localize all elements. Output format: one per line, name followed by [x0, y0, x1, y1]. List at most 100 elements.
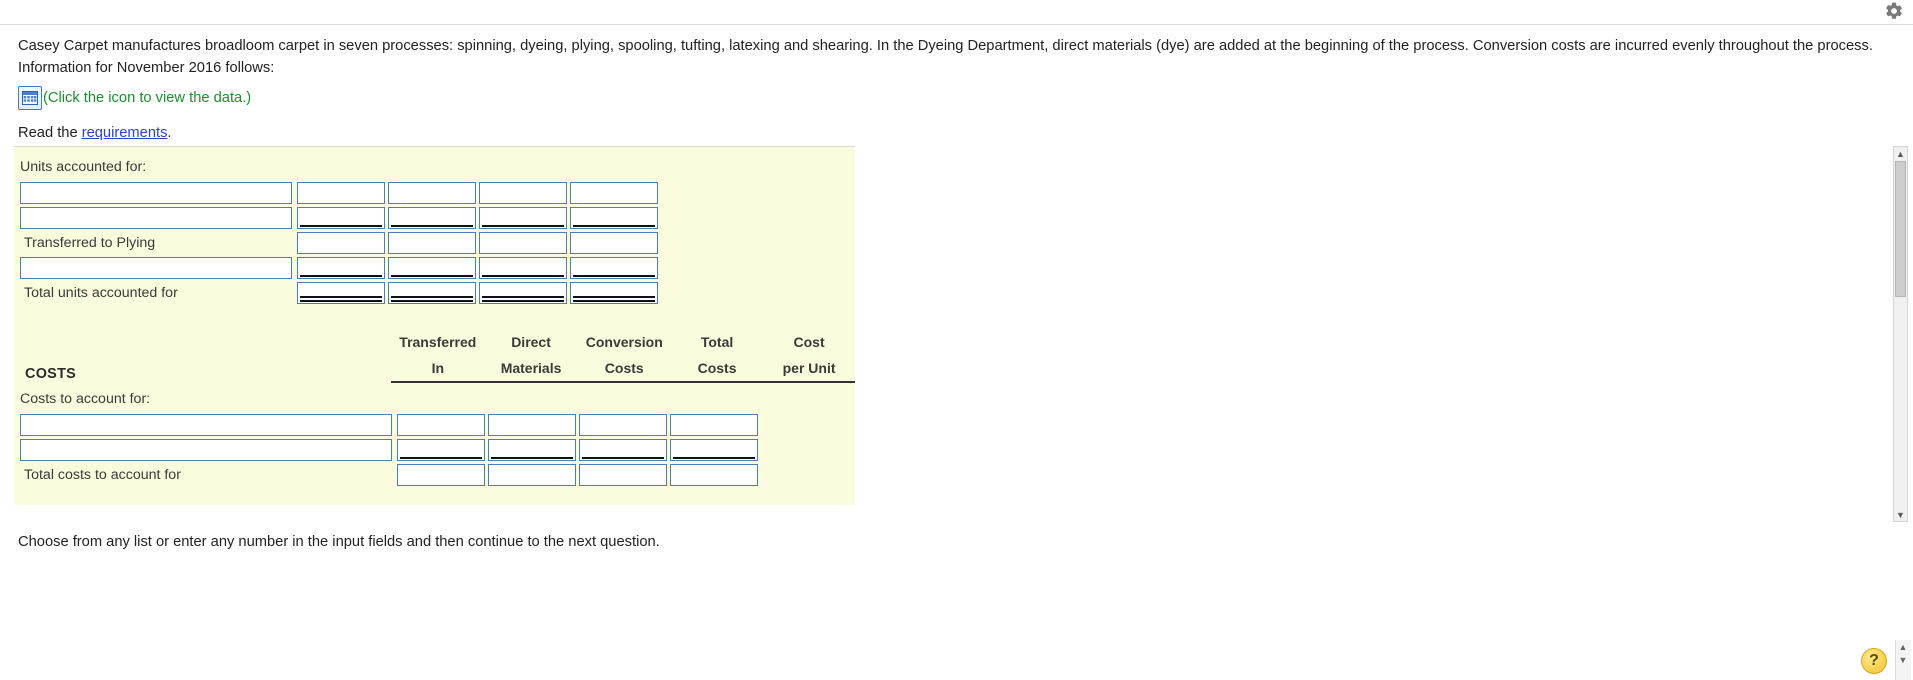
numeric-field[interactable] — [671, 440, 757, 460]
numeric-field[interactable] — [489, 440, 575, 460]
costs-col-head-4-line1: Total — [700, 334, 734, 350]
numeric-field[interactable] — [580, 465, 666, 485]
numeric-input[interactable] — [388, 207, 476, 229]
row-label-field[interactable] — [21, 208, 291, 228]
worksheet-scrollbar[interactable]: ▲ ▼ — [1893, 146, 1908, 522]
row-label-select-input[interactable] — [20, 257, 292, 279]
numeric-input[interactable] — [570, 257, 658, 279]
row-label-field[interactable] — [21, 415, 391, 435]
row-label-input-cell — [20, 439, 394, 461]
numeric-input[interactable] — [297, 207, 385, 229]
numeric-input[interactable] — [397, 414, 485, 436]
numeric-field[interactable] — [298, 183, 384, 203]
scrollbar-thumb[interactable] — [1895, 161, 1906, 297]
scroll-down-arrow-icon[interactable]: ▼ — [1894, 508, 1907, 521]
numeric-field[interactable] — [389, 183, 475, 203]
numeric-input[interactable] — [670, 464, 758, 486]
numeric-field[interactable] — [671, 415, 757, 435]
numeric-field[interactable] — [480, 183, 566, 203]
costs-header-row-2: COSTS In Materials Costs Costs per Unit — [21, 355, 855, 383]
costs-section-label: Costs to account for: — [20, 391, 151, 407]
help-icon[interactable]: ? — [1861, 648, 1887, 674]
numeric-input[interactable] — [570, 232, 658, 254]
exercise-page: Casey Carpet manufactures broadloom carp… — [0, 0, 1913, 680]
row-label-select-input[interactable] — [20, 182, 292, 204]
numeric-input[interactable] — [570, 207, 658, 229]
table-grid-icon[interactable] — [18, 86, 42, 110]
requirements-link[interactable]: requirements — [82, 125, 168, 141]
numeric-input[interactable] — [670, 414, 758, 436]
page-scroll-up-icon[interactable]: ▲ — [1896, 640, 1910, 653]
numeric-input[interactable] — [388, 182, 476, 204]
numeric-field[interactable] — [298, 283, 384, 303]
numeric-input[interactable] — [488, 439, 576, 461]
numeric-field[interactable] — [298, 233, 384, 253]
numeric-input[interactable] — [297, 282, 385, 304]
numeric-input[interactable] — [670, 439, 758, 461]
costs-table-row: Total costs to account for — [20, 464, 758, 486]
numeric-field[interactable] — [571, 183, 657, 203]
numeric-field[interactable] — [298, 258, 384, 278]
numeric-field[interactable] — [298, 208, 384, 228]
view-data-hint[interactable]: (Click the icon to view the data.) — [43, 90, 251, 106]
row-label-field[interactable] — [21, 440, 391, 460]
numeric-input[interactable] — [570, 282, 658, 304]
numeric-input[interactable] — [297, 182, 385, 204]
numeric-input[interactable] — [388, 282, 476, 304]
costs-col-head-1-line2: In — [391, 355, 485, 383]
value-cell — [570, 182, 658, 204]
numeric-input[interactable] — [579, 464, 667, 486]
numeric-input[interactable] — [297, 257, 385, 279]
numeric-field[interactable] — [389, 208, 475, 228]
numeric-input[interactable] — [388, 232, 476, 254]
numeric-input[interactable] — [579, 439, 667, 461]
numeric-field[interactable] — [480, 208, 566, 228]
numeric-input[interactable] — [397, 439, 485, 461]
numeric-field[interactable] — [398, 415, 484, 435]
numeric-field[interactable] — [389, 283, 475, 303]
costs-header-row-1: Transferred Direct Conversion Total Cost — [21, 329, 855, 355]
row-label-field[interactable] — [21, 183, 291, 203]
numeric-field[interactable] — [571, 283, 657, 303]
row-label-field[interactable] — [21, 258, 291, 278]
numeric-input[interactable] — [570, 182, 658, 204]
numeric-input[interactable] — [479, 257, 567, 279]
numeric-field[interactable] — [389, 233, 475, 253]
numeric-field[interactable] — [480, 283, 566, 303]
row-label-select-input[interactable] — [20, 207, 292, 229]
costs-header-table: Transferred Direct Conversion Total Cost… — [21, 329, 855, 383]
row-label-select-input[interactable] — [20, 439, 392, 461]
costs-col-head-2-line1: Direct — [511, 334, 551, 350]
numeric-input[interactable] — [479, 232, 567, 254]
numeric-field[interactable] — [571, 258, 657, 278]
numeric-field[interactable] — [480, 258, 566, 278]
numeric-field[interactable] — [389, 258, 475, 278]
numeric-field[interactable] — [489, 465, 575, 485]
numeric-input[interactable] — [397, 464, 485, 486]
numeric-field[interactable] — [671, 465, 757, 485]
scroll-up-arrow-icon[interactable]: ▲ — [1894, 147, 1907, 160]
numeric-field[interactable] — [580, 440, 666, 460]
numeric-field[interactable] — [571, 233, 657, 253]
value-cell — [388, 232, 476, 254]
numeric-input[interactable] — [297, 232, 385, 254]
numeric-field[interactable] — [571, 208, 657, 228]
numeric-input[interactable] — [579, 414, 667, 436]
costs-col-head-5-line2: per Unit — [763, 355, 855, 383]
gear-icon[interactable] — [1883, 1, 1905, 23]
numeric-field[interactable] — [480, 233, 566, 253]
numeric-input[interactable] — [488, 464, 576, 486]
value-cell — [397, 439, 485, 461]
numeric-field[interactable] — [398, 440, 484, 460]
numeric-field[interactable] — [398, 465, 484, 485]
numeric-field[interactable] — [489, 415, 575, 435]
numeric-field[interactable] — [580, 415, 666, 435]
numeric-input[interactable] — [479, 282, 567, 304]
page-scrollbar[interactable]: ▲ ▼ — [1895, 640, 1911, 680]
numeric-input[interactable] — [479, 207, 567, 229]
numeric-input[interactable] — [479, 182, 567, 204]
row-label-select-input[interactable] — [20, 414, 392, 436]
page-scroll-down-icon[interactable]: ▼ — [1896, 653, 1910, 666]
numeric-input[interactable] — [388, 257, 476, 279]
numeric-input[interactable] — [488, 414, 576, 436]
